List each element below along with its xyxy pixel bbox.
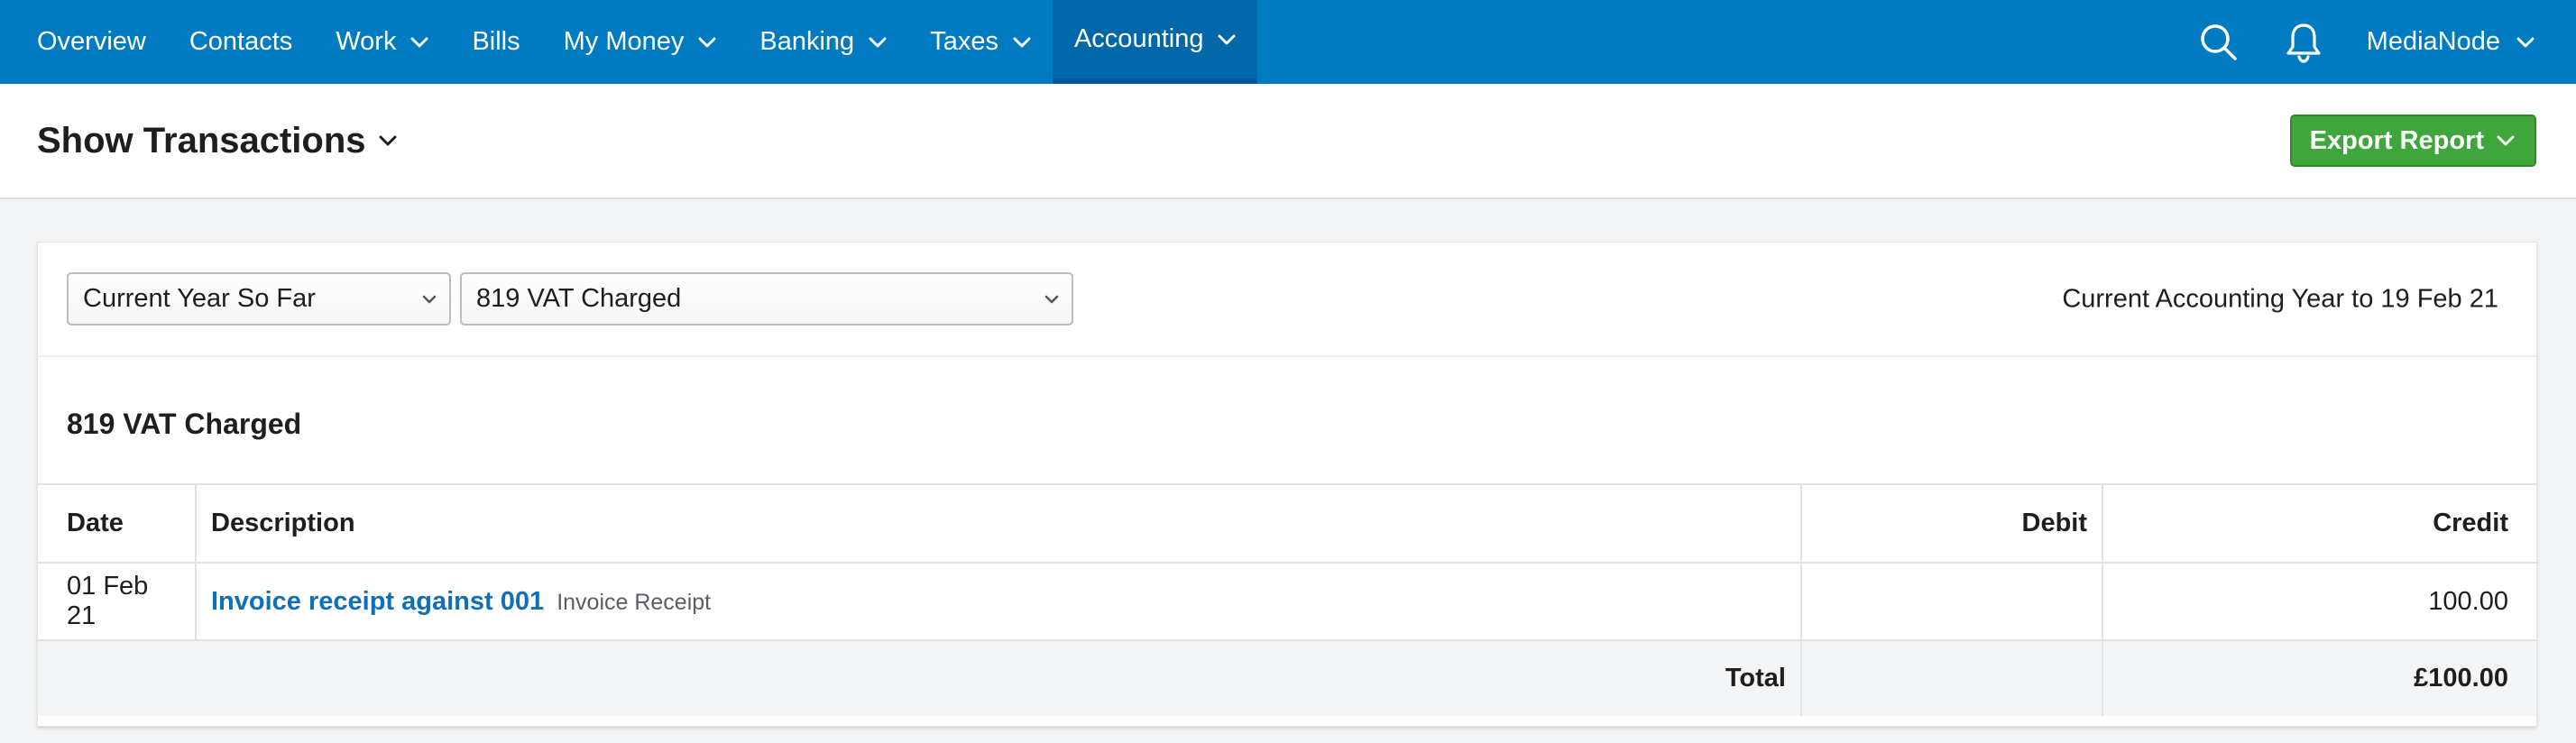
nav-taxes-label: Taxes	[930, 27, 998, 56]
column-header-date[interactable]: Date	[38, 485, 197, 564]
chevron-down-icon	[1013, 37, 1031, 48]
nav-accounting[interactable]: Accounting	[1052, 0, 1258, 84]
transactions-table: Date Description Debit Credit 01 Feb 21 …	[38, 485, 2536, 716]
page-header: Show Transactions Export Report	[0, 84, 2576, 199]
bell-icon[interactable]	[2282, 21, 2325, 64]
nav-contacts[interactable]: Contacts	[168, 0, 314, 84]
period-select-value: Current Year So Far	[83, 284, 316, 313]
nav-bills[interactable]: Bills	[450, 0, 541, 84]
chevron-down-icon	[698, 37, 716, 48]
top-navigation: Overview Contacts Work Bills My Money Ba…	[0, 0, 2576, 84]
page-title-dropdown[interactable]: Show Transactions	[37, 121, 397, 161]
total-debit	[1801, 640, 2103, 716]
nav-work[interactable]: Work	[314, 0, 450, 84]
section-title: 819 VAT Charged	[38, 357, 2536, 485]
transaction-type: Invoice Receipt	[557, 589, 712, 615]
nav-banking[interactable]: Banking	[738, 0, 908, 84]
nav-overview[interactable]: Overview	[0, 0, 168, 84]
filter-bar: Current Year So Far 819 VAT Charged Curr…	[38, 243, 2536, 357]
table-row: 01 Feb 21 Invoice receipt against 001 In…	[38, 563, 2536, 641]
search-icon[interactable]	[2197, 21, 2240, 64]
transaction-link[interactable]: Invoice receipt against 001	[211, 587, 544, 616]
chevron-down-icon	[2516, 37, 2535, 48]
account-select-value: 819 VAT Charged	[476, 284, 682, 313]
table-header-row: Date Description Debit Credit	[38, 485, 2536, 564]
column-header-description[interactable]: Description	[196, 485, 1802, 564]
nav-right-group: MediaNode	[2197, 0, 2576, 84]
report-card: Current Year So Far 819 VAT Charged Curr…	[37, 242, 2537, 727]
chevron-down-icon	[869, 37, 887, 48]
row-credit: 100.00	[2102, 563, 2536, 641]
nav-accounting-label: Accounting	[1073, 24, 1204, 53]
nav-taxes[interactable]: Taxes	[908, 0, 1053, 84]
period-note: Current Accounting Year to 19 Feb 21	[2062, 284, 2498, 313]
total-label: Total	[38, 640, 1802, 716]
nav-overview-label: Overview	[37, 27, 146, 56]
nav-banking-label: Banking	[759, 27, 855, 56]
chevron-down-icon	[2497, 135, 2515, 146]
nav-my-money[interactable]: My Money	[542, 0, 739, 84]
row-debit	[1801, 563, 2103, 641]
chevron-down-icon	[422, 295, 437, 304]
row-date: 01 Feb 21	[38, 563, 197, 641]
total-row: Total £100.00	[38, 640, 2536, 716]
period-select[interactable]: Current Year So Far	[67, 272, 451, 326]
nav-my-money-label: My Money	[563, 27, 685, 56]
row-description: Invoice receipt against 001 Invoice Rece…	[196, 563, 1802, 641]
export-report-button[interactable]: Export Report	[2289, 115, 2536, 167]
chevron-down-icon	[410, 37, 428, 48]
account-select[interactable]: 819 VAT Charged	[460, 272, 1073, 326]
chevron-down-icon	[1218, 34, 1236, 45]
nav-work-label: Work	[336, 27, 397, 56]
account-menu[interactable]: MediaNode	[2367, 27, 2576, 57]
nav-contacts-label: Contacts	[189, 27, 293, 56]
chevron-down-icon	[379, 135, 397, 146]
account-name: MediaNode	[2366, 27, 2500, 56]
column-header-debit[interactable]: Debit	[1801, 485, 2103, 564]
chevron-down-icon	[1044, 295, 1059, 304]
column-header-credit[interactable]: Credit	[2102, 485, 2536, 564]
nav-bills-label: Bills	[472, 27, 520, 56]
export-report-label: Export Report	[2309, 125, 2484, 155]
total-credit: £100.00	[2102, 640, 2536, 716]
page-title: Show Transactions	[37, 120, 366, 161]
